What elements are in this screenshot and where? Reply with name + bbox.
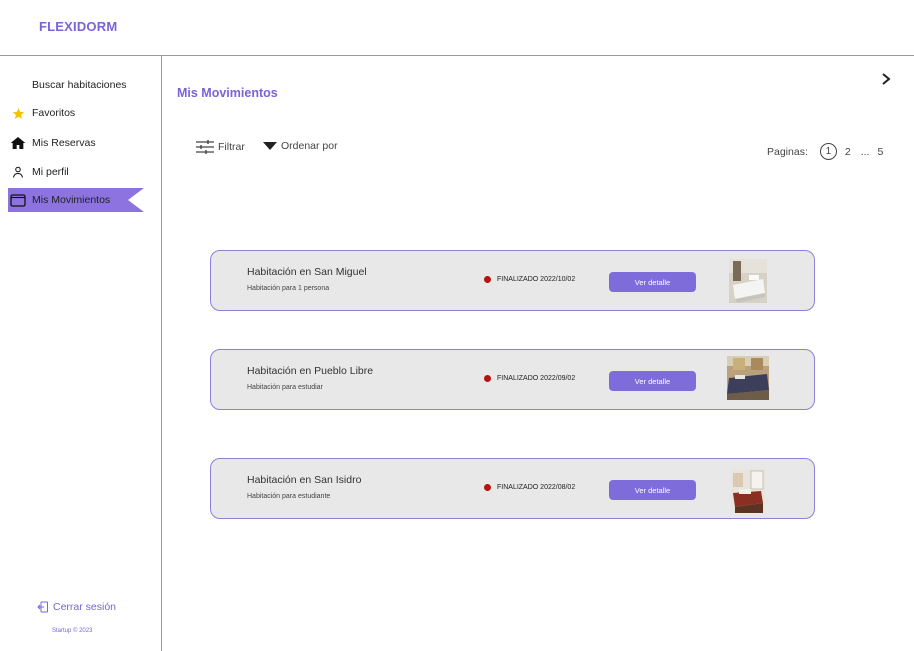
room-thumbnail — [729, 259, 767, 303]
status-text: FINALIZADO 2022/09/02 — [497, 375, 576, 382]
card-subtitle: Habitación para estudiante — [247, 493, 331, 500]
sidebar-item-label: Mi perfil — [32, 166, 69, 178]
status-dot-icon — [484, 276, 491, 283]
status-text: FINALIZADO 2022/08/02 — [497, 484, 576, 491]
status-badge: FINALIZADO 2022/09/02 — [484, 375, 575, 382]
ver-detalle-button[interactable]: Ver detalle — [609, 371, 696, 391]
card-subtitle: Habitación para estudiar — [247, 384, 323, 391]
sliders-icon — [196, 140, 214, 154]
brand-logo[interactable]: FLEXIDORM — [39, 19, 117, 34]
ver-detalle-button[interactable]: Ver detalle — [609, 480, 696, 500]
sidebar-item-mis-movimientos[interactable]: Mis Movimientos — [8, 188, 144, 212]
card-title: Habitación en San Isidro — [247, 474, 362, 486]
sort-button[interactable]: Ordenar por — [263, 140, 338, 152]
movement-card: Habitación en San Isidro Habitación para… — [210, 458, 815, 519]
room-thumbnail — [727, 356, 769, 400]
movement-card: Habitación en San Miguel Habitación para… — [210, 250, 815, 311]
logout-icon — [37, 601, 48, 613]
status-dot-icon — [484, 484, 491, 491]
card-title: Habitación en San Miguel — [247, 266, 367, 278]
sidebar: Buscar habitaciones Favoritos Mis Reserv… — [0, 56, 162, 651]
sort-label: Ordenar por — [281, 140, 338, 152]
top-bar: FLEXIDORM — [0, 0, 914, 56]
page-1-button[interactable]: 1 — [819, 143, 837, 160]
status-text: FINALIZADO 2022/10/02 — [497, 276, 576, 283]
movement-card: Habitación en Pueblo Libre Habitación pa… — [210, 349, 815, 410]
pagination-label: Paginas: — [767, 145, 808, 158]
sidebar-item-label: Buscar habitaciones — [32, 79, 127, 91]
status-badge: FINALIZADO 2022/08/02 — [484, 484, 575, 491]
home-icon — [10, 135, 26, 151]
sidebar-item-label: Mis Reservas — [32, 137, 96, 149]
logout-button[interactable]: Cerrar sesión — [37, 601, 116, 613]
footer-copyright: Startup © 2023 — [52, 628, 93, 634]
logout-label: Cerrar sesión — [53, 601, 117, 613]
status-badge: FINALIZADO 2022/10/02 — [484, 276, 575, 283]
sidebar-item-mi-perfil[interactable]: Mi perfil — [0, 160, 150, 184]
chevron-right-icon[interactable] — [879, 72, 893, 86]
filter-label: Filtrar — [218, 141, 245, 153]
star-icon — [10, 105, 26, 121]
card-subtitle: Habitación para 1 persona — [247, 285, 330, 292]
page-2-button[interactable]: 2 — [845, 146, 851, 158]
card-title: Habitación en Pueblo Libre — [247, 365, 374, 377]
caret-down-icon — [263, 142, 277, 150]
window-icon — [10, 192, 26, 208]
page-title: Mis Movimientos — [177, 86, 278, 100]
pagination-ellipsis: ... — [860, 145, 870, 158]
sidebar-item-buscar-habitaciones[interactable]: Buscar habitaciones — [0, 73, 150, 97]
room-thumbnail — [731, 469, 765, 513]
sidebar-item-label: Mis Movimientos — [32, 194, 111, 206]
filter-button[interactable]: Filtrar — [196, 140, 245, 154]
ver-detalle-button[interactable]: Ver detalle — [609, 272, 696, 292]
person-icon — [10, 164, 26, 180]
sidebar-item-favoritos[interactable]: Favoritos — [0, 101, 150, 125]
pagination: Paginas: 1 2 ... 5 — [767, 143, 883, 160]
sidebar-item-label: Favoritos — [32, 107, 76, 119]
status-dot-icon — [484, 375, 491, 382]
sidebar-item-mis-reservas[interactable]: Mis Reservas — [0, 131, 150, 155]
page-5-button[interactable]: 5 — [877, 146, 883, 158]
